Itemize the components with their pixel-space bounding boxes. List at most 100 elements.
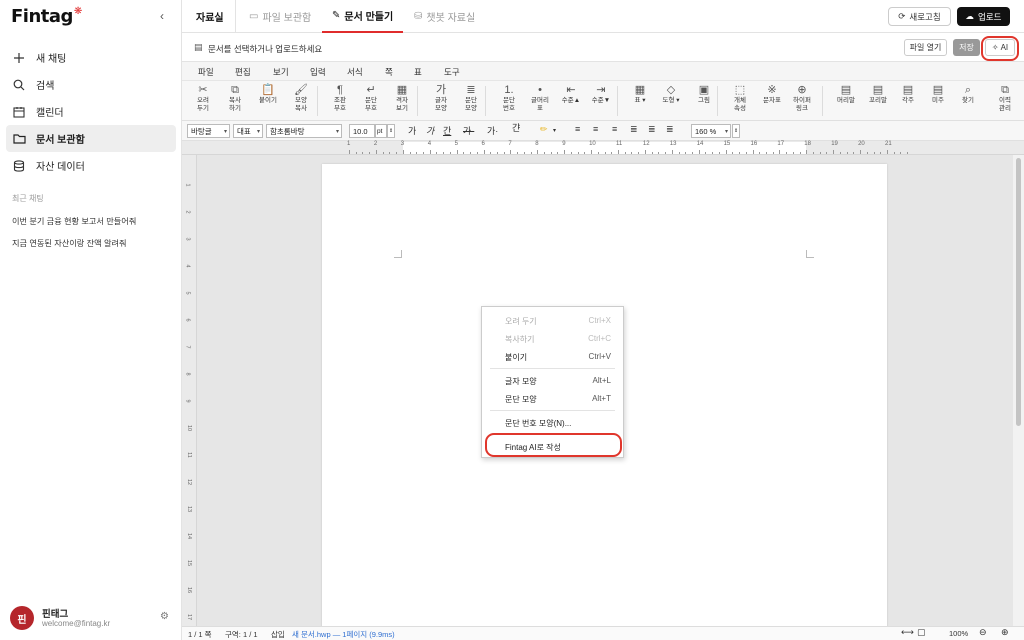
ruler-number: 2 [373, 141, 378, 147]
toolbar-button[interactable]: ⇥ 수준▼ [585, 84, 617, 105]
toolbar-button[interactable]: ⊕ 하이퍼 링크 [786, 84, 818, 112]
fit-width-icon[interactable]: ⟷ [901, 627, 914, 638]
align-left-icon[interactable]: ≡ [575, 124, 580, 134]
language-select[interactable]: 대표 ▾ [233, 124, 263, 138]
scrollbar-thumb[interactable] [1016, 158, 1021, 426]
account-settings-icon[interactable]: ⚙ [160, 611, 169, 622]
toolbar-button[interactable]: ⌕ 찾기 [952, 84, 984, 105]
menu-item[interactable]: 보기 [273, 66, 289, 78]
toolbar-button[interactable]: ▤ 머리말 [830, 84, 862, 105]
sidebar-item-search[interactable]: 검색 [6, 71, 176, 98]
menu-item[interactable]: 파일 [198, 66, 214, 78]
toolbar-button[interactable]: ⧉ 복사 하기 [219, 84, 251, 112]
ruler-tick [853, 152, 855, 154]
context-item-cut[interactable]: 오려 두기 Ctrl+X [482, 311, 623, 329]
bold-button[interactable]: 가 [408, 124, 416, 137]
font-select[interactable]: 함초롬바탕 ▾ [266, 124, 342, 138]
align-center-icon[interactable]: ≡ [593, 124, 598, 134]
ruler-tick [355, 152, 357, 154]
align-right-icon[interactable]: ≡ [612, 124, 617, 134]
ruler-tick [860, 150, 862, 154]
toolbar-button[interactable]: ✂ 오려 두기 [187, 84, 219, 112]
zoom-select[interactable]: 160 % ▾ [691, 124, 731, 138]
tab-create-document[interactable]: ✎ 문서 만들기 [322, 0, 404, 33]
toolbar-button[interactable]: 1. 문단 번호 [493, 84, 525, 112]
vertical-scrollbar[interactable] [1013, 155, 1024, 626]
fit-page-icon[interactable]: ▢ [917, 627, 926, 638]
menu-item[interactable]: 쪽 [385, 66, 393, 78]
ruler-tick [597, 152, 599, 154]
sidebar-item-new-chat[interactable]: 새 채팅 [6, 44, 176, 71]
toolbar-button[interactable]: ▦ 표 ▾ [624, 84, 656, 105]
upload-button[interactable]: ☁ 업로드 [957, 7, 1010, 26]
sidebar-item-asset-data[interactable]: 자산 데이터 [6, 152, 176, 179]
strikethrough-button[interactable]: 가· [463, 124, 474, 137]
menu-item[interactable]: 입력 [310, 66, 326, 78]
style-select[interactable]: 바탕글 ▾ [187, 124, 230, 138]
zoom-out-icon[interactable]: ⊖ [979, 627, 987, 638]
ruler-tick [806, 150, 808, 154]
toolbar-button[interactable]: ⬚ 개체 속성 [724, 84, 756, 112]
toolbar-button[interactable]: ▤ 각주 [892, 84, 924, 105]
chevron-down-icon[interactable]: ▾ [553, 127, 556, 134]
divide-icon[interactable]: ≣ [666, 124, 674, 135]
toolbar-button[interactable]: ≣ 문단 모양 [455, 84, 487, 112]
sidebar-item-calendar[interactable]: 캘린더 [6, 98, 176, 125]
open-file-button[interactable]: 파일 열기 [904, 39, 947, 56]
context-item-paste[interactable]: 붙이기 Ctrl+V [482, 347, 623, 365]
menu-item[interactable]: 편집 [235, 66, 251, 78]
tab-file-storage[interactable]: ▭ 파일 보관함 [249, 0, 311, 33]
ruler-tick [725, 150, 727, 154]
toolbar-button[interactable]: 📋 붙이기 [252, 84, 284, 105]
context-item-copy[interactable]: 복사하기 Ctrl+C [482, 329, 623, 347]
toolbar-button[interactable]: ⇤ 수준▲ [555, 84, 587, 105]
text-emphasis-button[interactable]: 갼 [512, 121, 520, 134]
save-button[interactable]: 저장 [953, 39, 980, 56]
font-size-input[interactable]: 10.0 [349, 124, 375, 138]
user-profile[interactable]: 핀 핀태그 welcome@fintag.kr ⚙ [10, 604, 175, 632]
font-unit-select[interactable]: pt [375, 124, 387, 138]
toolbar-button[interactable]: ▣ 그림 [688, 84, 720, 105]
menu-item[interactable]: 서식 [347, 66, 363, 78]
align-justify-icon[interactable]: ≣ [630, 124, 638, 135]
collapse-sidebar-icon[interactable]: ‹ [160, 9, 164, 23]
context-item-numbering[interactable]: 문단 번호 모양(N)... [482, 413, 623, 431]
recent-chat-item[interactable]: 지금 연동된 자산이랑 잔액 알려줘 [12, 237, 127, 249]
recent-chat-item[interactable]: 이번 분기 금융 현황 보고서 만들어줘 [12, 215, 136, 227]
superscript-button[interactable]: 가· [487, 124, 498, 137]
toolbar-label: 표 ▾ [634, 97, 646, 104]
font-size-stepper[interactable]: ⇕ [387, 124, 395, 138]
toolbar-button[interactable]: ▤ 미주 [922, 84, 954, 105]
toolbar-button[interactable]: ▤ 꼬리말 [862, 84, 894, 105]
highlight-color-button[interactable]: ✏ [540, 124, 548, 135]
toolbar-button[interactable]: ▦ 격자 보기 [386, 84, 418, 112]
toolbar-button[interactable]: ※ 문자표 [756, 84, 788, 105]
context-item-char-shape[interactable]: 글자 모양 Alt+L [482, 371, 623, 389]
menu-item[interactable]: 표 [414, 66, 422, 78]
toolbar-button[interactable]: 🖌 모양 복사 [285, 84, 317, 112]
underline-button[interactable]: 간 [443, 124, 451, 137]
tab-archive[interactable]: 자료실 [196, 0, 224, 33]
insert-mode[interactable]: 삽입 [271, 629, 285, 640]
sidebar-item-documents[interactable]: 문서 보관함 [6, 125, 176, 152]
tab-chatbot-archive[interactable]: ⛁ 챗봇 자료실 [414, 0, 475, 33]
distribute-icon[interactable]: ≣ [648, 124, 656, 135]
app-logo[interactable]: Fintag❋ [11, 6, 82, 27]
toolbar-button[interactable]: ⧉ 이력 관리 [989, 84, 1021, 112]
toolbar-button[interactable]: • 글머리 표 [524, 84, 556, 112]
database-icon: ⛁ [414, 11, 423, 22]
menu-item[interactable]: 도구 [444, 66, 460, 78]
ruler-tick [799, 152, 801, 154]
toolbar-button[interactable]: ↵ 문단 부호 [355, 84, 387, 112]
toolbar-icon: ⌕ [964, 84, 972, 96]
toolbar-button[interactable]: ¶ 조판 부호 [324, 84, 356, 112]
context-item-para-shape[interactable]: 문단 모양 Alt+T [482, 389, 623, 407]
ruler-tick [638, 152, 640, 154]
ruler-tick [819, 152, 821, 154]
zoom-stepper[interactable]: ⇕ [732, 124, 740, 138]
zoom-in-icon[interactable]: ⊕ [1001, 627, 1009, 638]
toolbar-button[interactable]: 가 글자 모양 [425, 84, 457, 112]
refresh-button[interactable]: ⟳ 새로고침 [888, 7, 951, 26]
toolbar-button[interactable]: ◇ 도형 ▾ [655, 84, 687, 105]
italic-button[interactable]: 가 [426, 124, 434, 137]
